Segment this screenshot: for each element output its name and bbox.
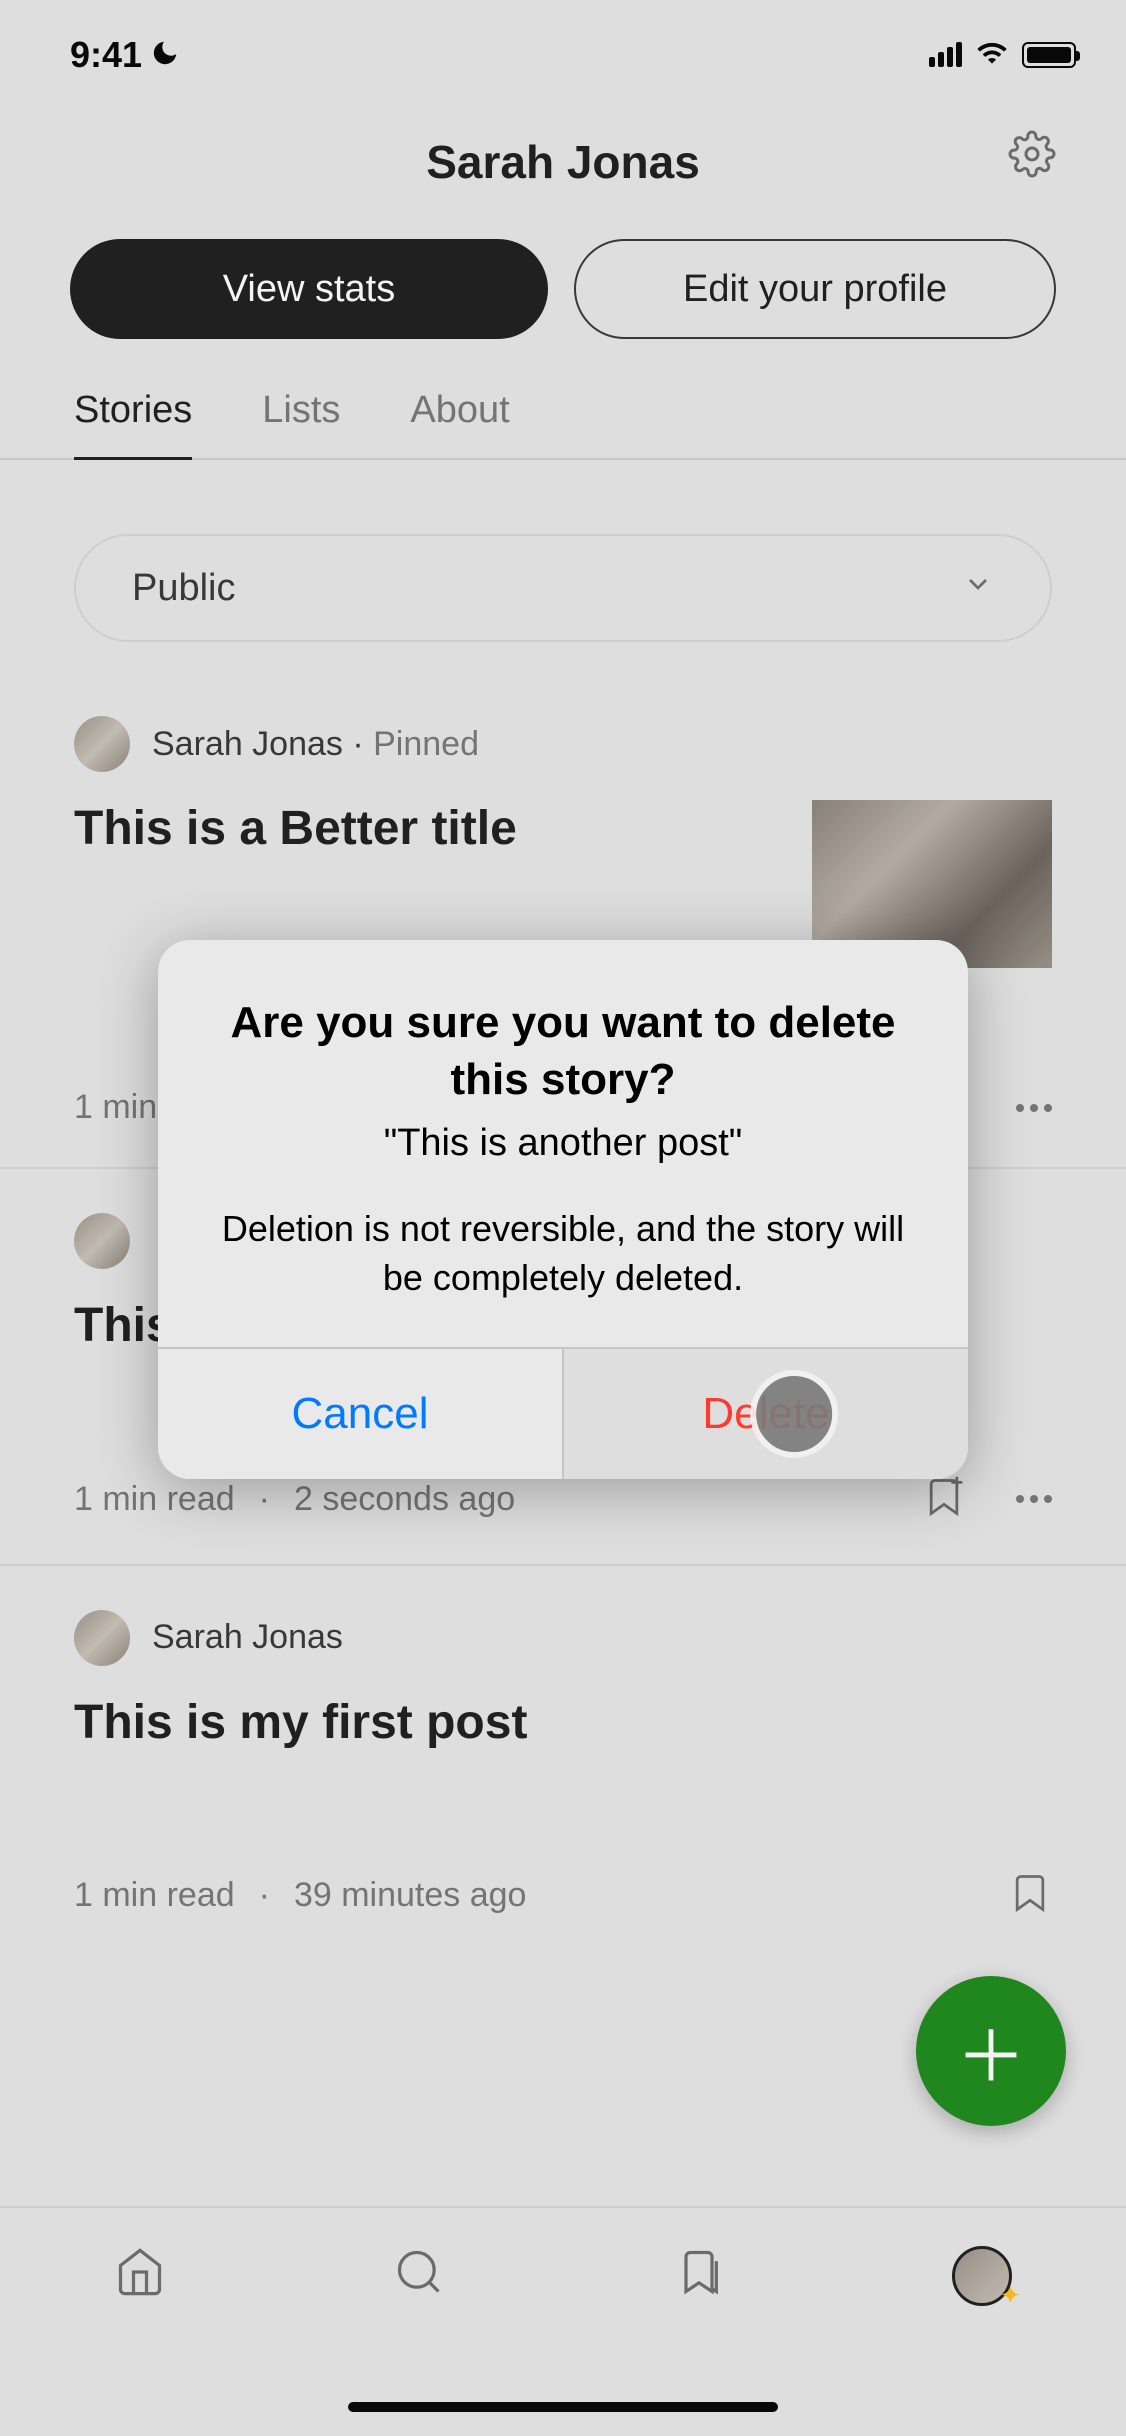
delete-confirmation-modal: Are you sure you want to delete this sto…: [158, 940, 968, 1479]
modal-subtitle: "This is another post": [202, 1122, 924, 1165]
modal-title: Are you sure you want to delete this sto…: [202, 994, 924, 1108]
modal-message: Deletion is not reversible, and the stor…: [202, 1205, 924, 1302]
cancel-button[interactable]: Cancel: [158, 1349, 562, 1479]
cancel-label: Cancel: [292, 1389, 429, 1439]
delete-button[interactable]: Delete: [562, 1349, 968, 1479]
touch-indicator: [750, 1370, 838, 1458]
modal-overlay[interactable]: Are you sure you want to delete this sto…: [0, 0, 1126, 2436]
